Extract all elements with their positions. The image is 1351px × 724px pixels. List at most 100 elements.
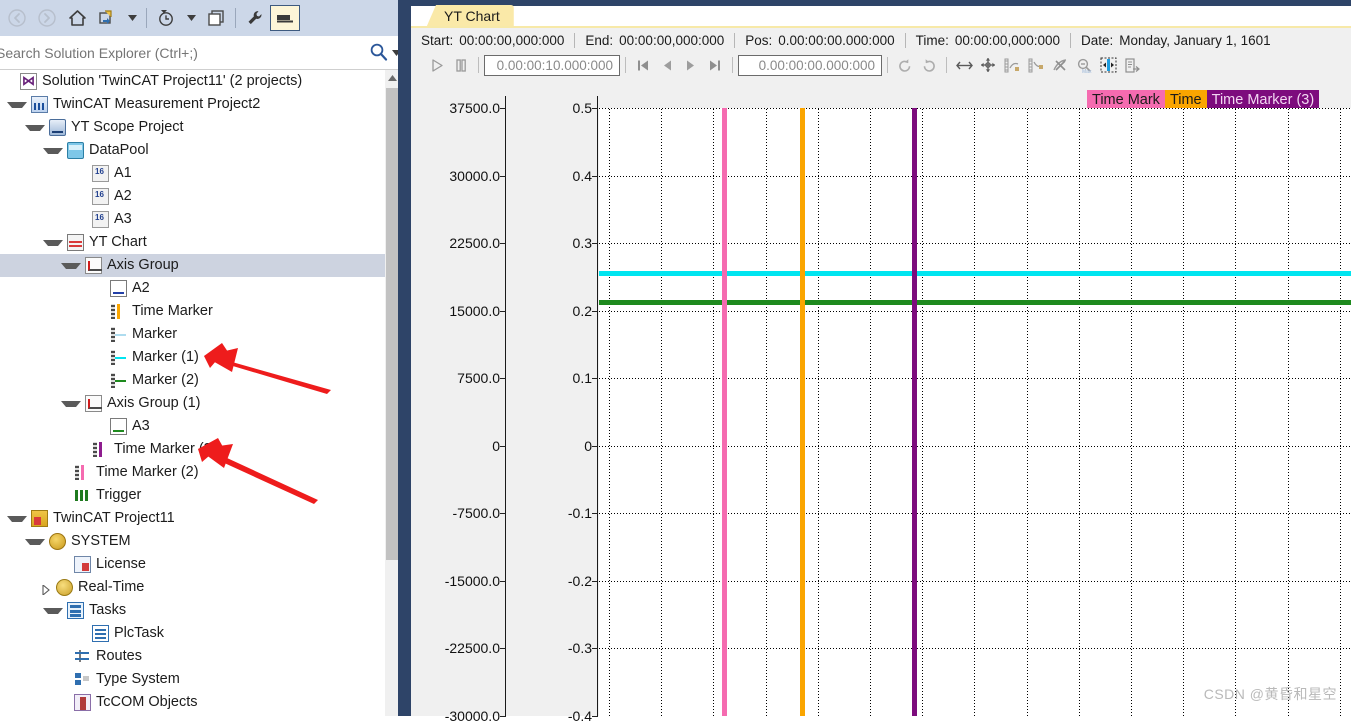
clear-chart-icon[interactable] xyxy=(1048,54,1072,76)
back-icon[interactable] xyxy=(2,4,32,32)
sync-with-active-document-icon[interactable] xyxy=(92,4,122,32)
tree-item-time-marker-3[interactable]: Time Marker (3) xyxy=(0,438,411,461)
tree-item-time-marker-2[interactable]: Time Marker (2) xyxy=(0,461,411,484)
search-input[interactable] xyxy=(0,43,369,62)
tree-item-tccom-objects[interactable]: TcCOM Objects xyxy=(0,691,411,714)
time-marker-label[interactable]: Time Marker (3) xyxy=(1206,90,1320,110)
tree-item-trigger[interactable]: Trigger xyxy=(0,484,411,507)
search-icon[interactable] xyxy=(369,42,388,64)
expand-chevron-down-icon[interactable] xyxy=(43,239,63,246)
window-splitter[interactable] xyxy=(398,0,411,716)
export-icon[interactable] xyxy=(1120,54,1144,76)
tree-item-datapool[interactable]: DataPool xyxy=(0,139,411,162)
step-back-icon[interactable] xyxy=(655,54,679,76)
expand-chevron-down-icon[interactable] xyxy=(7,515,27,522)
rotate-left-icon[interactable] xyxy=(893,54,917,76)
scroll-up-arrow-icon[interactable] xyxy=(385,70,399,86)
tab-yt-chart[interactable]: YT Chart xyxy=(426,5,514,28)
fit-all-icon[interactable] xyxy=(976,54,1000,76)
search-solution-explorer[interactable] xyxy=(0,36,411,70)
home-icon[interactable] xyxy=(62,4,92,32)
skip-to-start-icon[interactable] xyxy=(631,54,655,76)
tree-item-twincat-measurement-project2[interactable]: TwinCAT Measurement Project2 xyxy=(0,93,411,116)
expand-chevron-down-icon[interactable] xyxy=(7,101,27,108)
tree-item-plctask[interactable]: PlcTask xyxy=(0,622,411,645)
tree-item-twincat-project11[interactable]: TwinCAT Project11 xyxy=(0,507,411,530)
tree-item-real-time[interactable]: Real-Time xyxy=(0,576,411,599)
chart-plot-wrapper: 37500.0 30000.0 22500.0 15000.0 7500.0 0 -7500… xyxy=(411,82,1351,724)
record-duration-field[interactable]: 0.00:00:10.000:000 xyxy=(484,54,620,76)
tabstrip-topband xyxy=(411,0,1351,6)
tree-item-label: Type System xyxy=(96,671,180,687)
expand-chevron-down-icon[interactable] xyxy=(61,400,81,407)
system-icon xyxy=(49,533,66,550)
pause-icon[interactable] xyxy=(449,54,473,76)
time-marker-line-time-marker-2[interactable] xyxy=(722,108,727,716)
tree-item-a3[interactable]: A3 xyxy=(0,415,411,438)
tree-item-label: Marker xyxy=(132,326,178,342)
tree-item-label: Real-Time xyxy=(78,579,145,595)
tree-item-type-system[interactable]: Type System xyxy=(0,668,411,691)
tree-item-a2[interactable]: A2 xyxy=(0,185,411,208)
tree-item-marker[interactable]: Marker xyxy=(0,323,411,346)
skip-to-end-icon[interactable] xyxy=(703,54,727,76)
tree-item-system[interactable]: SYSTEM xyxy=(0,530,411,553)
time-marker-label[interactable]: Time xyxy=(1164,90,1207,110)
zoom-max-icon[interactable]: Max xyxy=(1072,54,1096,76)
tree-item-routes[interactable]: Routes xyxy=(0,645,411,668)
solution-explorer-scrollbar[interactable] xyxy=(385,70,399,716)
series-line-marker-1 xyxy=(599,271,1351,277)
tree-item-axis-group-1[interactable]: Axis Group (1) xyxy=(0,392,411,415)
plc-task-icon xyxy=(92,625,109,642)
scale-axis-right-icon[interactable] xyxy=(1024,54,1048,76)
tree-item-marker-2[interactable]: Marker (2) xyxy=(0,369,411,392)
preview-selected-items-icon[interactable] xyxy=(270,5,300,31)
tree-item-a1[interactable]: A1 xyxy=(0,162,411,185)
type-system-icon xyxy=(74,671,91,688)
time-marker-label[interactable]: Time Mark xyxy=(1087,90,1165,110)
expand-chevron-down-icon[interactable] xyxy=(43,147,63,154)
tree-item-a3[interactable]: A3 xyxy=(0,208,411,231)
step-forward-icon[interactable] xyxy=(679,54,703,76)
expand-chevron-right-icon[interactable] xyxy=(42,583,52,596)
left-axis-1: 37500.0 30000.0 22500.0 15000.0 7500.0 0 -7500… xyxy=(411,82,506,724)
play-icon[interactable] xyxy=(425,54,449,76)
expand-chevron-down-icon[interactable] xyxy=(43,607,63,614)
chevron-down-icon-2[interactable] xyxy=(181,4,201,32)
scrollbar-thumb[interactable] xyxy=(386,88,398,560)
tree-item-label: License xyxy=(96,556,146,572)
tree-item-axis-group[interactable]: Axis Group xyxy=(0,254,411,277)
show-all-files-icon[interactable] xyxy=(201,4,231,32)
properties-wrench-icon[interactable] xyxy=(240,4,270,32)
status-divider-4 xyxy=(1070,32,1071,48)
tree-item-label: YT Scope Project xyxy=(71,119,184,135)
gridline-vertical xyxy=(1131,108,1132,716)
marker-cursor-icon[interactable] xyxy=(1096,54,1120,76)
solution-tree[interactable]: Solution 'TwinCAT Project11' (2 projects… xyxy=(0,70,411,716)
plot-area[interactable] xyxy=(599,108,1351,716)
tree-item-yt-scope-project[interactable]: YT Scope Project xyxy=(0,116,411,139)
forward-icon[interactable] xyxy=(32,4,62,32)
chevron-down-icon[interactable] xyxy=(122,4,142,32)
tree-item-solution-twincat-project11-2-projects[interactable]: Solution 'TwinCAT Project11' (2 projects… xyxy=(0,70,411,93)
tree-item-marker-1[interactable]: Marker (1) xyxy=(0,346,411,369)
tree-item-license[interactable]: License xyxy=(0,553,411,576)
position-field[interactable]: 0.00:00:00.000:000 xyxy=(738,54,882,76)
time-marker-line-time-marker[interactable] xyxy=(800,108,805,716)
expand-chevron-down-icon[interactable] xyxy=(25,124,45,131)
tree-item-a2[interactable]: A2 xyxy=(0,277,411,300)
axis-tick-mark xyxy=(592,648,598,649)
rotate-right-icon[interactable] xyxy=(917,54,941,76)
tree-item-label: Axis Group xyxy=(107,257,179,273)
axis-tick-mark xyxy=(592,445,598,447)
tree-item-tasks[interactable]: Tasks xyxy=(0,599,411,622)
tree-item-yt-chart[interactable]: YT Chart xyxy=(0,231,411,254)
expand-chevron-down-icon[interactable] xyxy=(25,538,45,545)
expand-chevron-down-icon[interactable] xyxy=(61,262,81,269)
scale-axis-left-icon[interactable] xyxy=(1000,54,1024,76)
pending-changes-icon[interactable] xyxy=(151,4,181,32)
time-marker-line-time-marker-3[interactable] xyxy=(912,108,917,716)
tree-item-time-marker[interactable]: Time Marker xyxy=(0,300,411,323)
fit-horizontal-icon[interactable] xyxy=(952,54,976,76)
tree-item-label: A2 xyxy=(114,188,132,204)
